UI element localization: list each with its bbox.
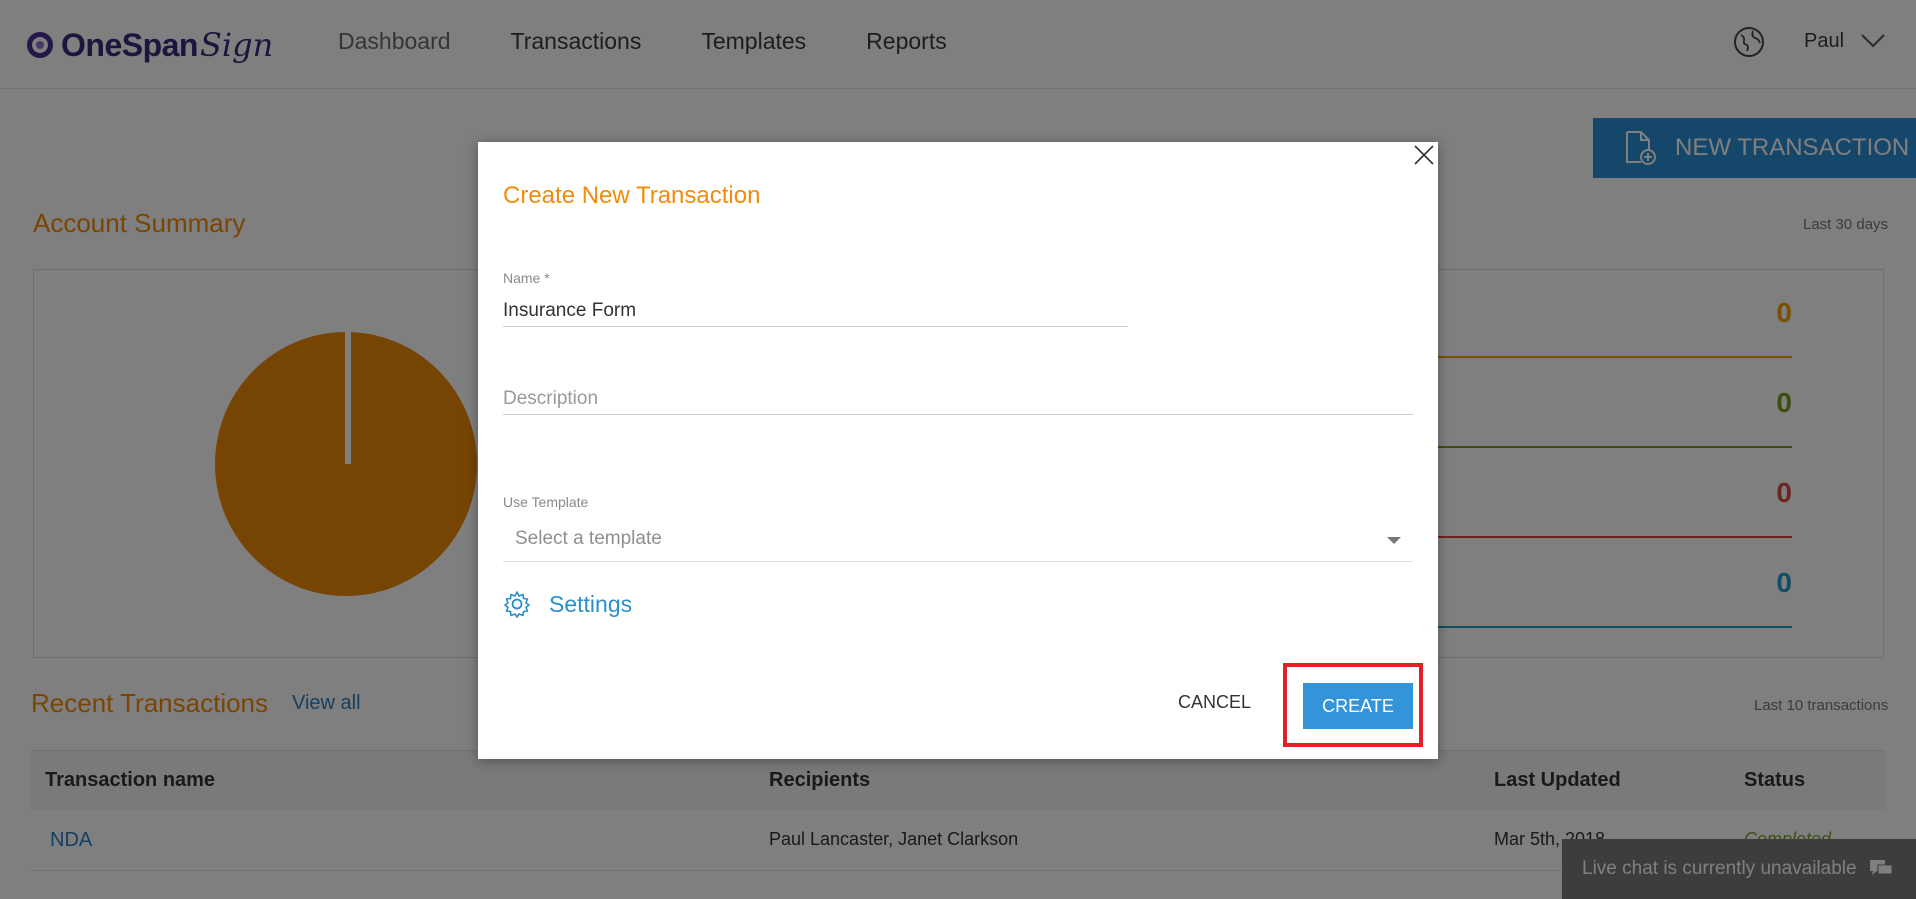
create-button-highlight [1283, 663, 1423, 747]
settings-label: Settings [549, 590, 633, 617]
template-select-value: Select a template [515, 527, 662, 549]
template-select[interactable]: Select a template [503, 516, 1413, 562]
description-input[interactable] [503, 384, 1413, 415]
settings-link[interactable]: Settings [503, 590, 632, 618]
dialog-title: Create New Transaction [503, 182, 761, 209]
close-icon[interactable] [1413, 144, 1435, 166]
name-input[interactable] [503, 296, 1128, 327]
cancel-button[interactable]: CANCEL [1178, 692, 1251, 713]
gear-icon [504, 591, 530, 618]
name-field-label: Name * [503, 270, 550, 286]
caret-down-icon [1387, 537, 1401, 544]
template-field-label: Use Template [503, 494, 589, 510]
